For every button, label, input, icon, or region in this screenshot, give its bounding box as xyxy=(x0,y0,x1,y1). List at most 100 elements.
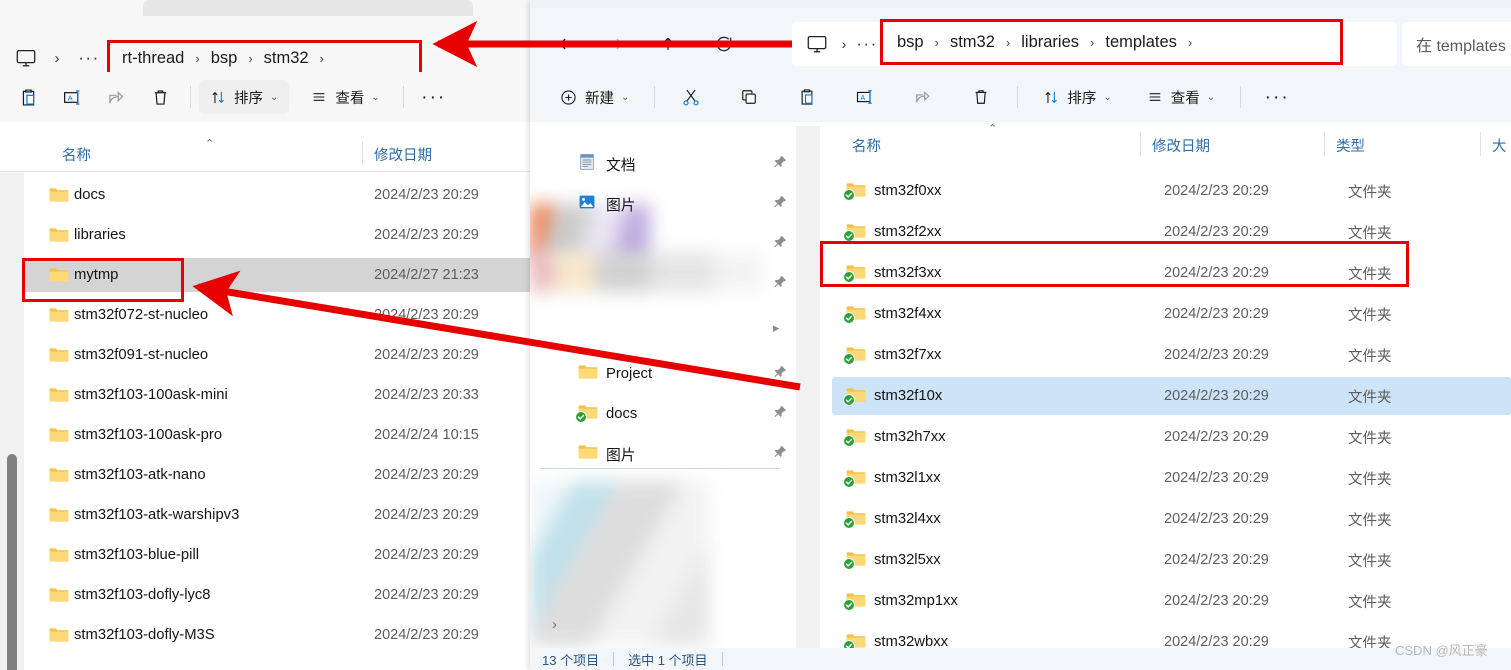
sort-button[interactable]: 排序 ⌄ xyxy=(199,80,290,114)
column-header-date[interactable]: 修改日期 xyxy=(374,144,432,165)
breadcrumb-overflow-icon[interactable]: ··· xyxy=(76,46,102,70)
this-pc-icon[interactable] xyxy=(12,44,40,72)
rename-icon[interactable]: A xyxy=(843,80,887,114)
table-row[interactable]: stm32f091-st-nucleo 2024/2/23 20:29 xyxy=(24,338,530,372)
column-divider[interactable] xyxy=(362,142,363,164)
folder-icon xyxy=(49,587,69,608)
pin-icon[interactable] xyxy=(773,405,787,424)
table-row[interactable]: stm32f103-dofly-M3S 2024/2/23 20:29 xyxy=(24,618,530,652)
table-row[interactable]: stm32f072-st-nucleo 2024/2/23 20:29 xyxy=(24,298,530,332)
chevron-right-icon[interactable]: › xyxy=(48,46,66,70)
column-header-name[interactable]: 名称 xyxy=(852,135,881,156)
column-header-date[interactable]: 修改日期 xyxy=(1152,135,1210,156)
breadcrumb-trailing-chevron-icon[interactable]: › xyxy=(320,51,324,66)
column-header-name[interactable]: 名称 xyxy=(62,144,91,165)
column-divider[interactable] xyxy=(1324,132,1325,156)
pin-icon[interactable] xyxy=(773,275,787,294)
back-button[interactable] xyxy=(548,26,584,62)
table-row[interactable]: stm32f103-dofly-lyc8 2024/2/23 20:29 xyxy=(24,578,530,612)
breadcrumb-trailing-chevron-icon[interactable]: › xyxy=(1188,35,1192,50)
sidebar-item-hidden-3[interactable] xyxy=(530,264,820,304)
more-options-icon[interactable]: ··· xyxy=(1255,80,1299,114)
table-row[interactable]: stm32h7xx 2024/2/23 20:29 文件夹 xyxy=(832,418,1511,456)
more-options-icon[interactable]: ··· xyxy=(412,80,456,114)
table-row[interactable]: stm32f103-atk-nano 2024/2/23 20:29 xyxy=(24,458,530,492)
sidebar-item-hidden-2[interactable] xyxy=(530,224,820,264)
sidebar-expand-chevron-icon[interactable]: › xyxy=(552,616,557,633)
right-address-bar: › ··· bsp › stm32 › libraries › template… xyxy=(530,8,1511,72)
breadcrumb-item-stm32[interactable]: stm32 xyxy=(264,49,309,68)
table-row[interactable]: stm32f4xx 2024/2/23 20:29 文件夹 xyxy=(832,295,1511,333)
table-row[interactable]: stm32l5xx 2024/2/23 20:29 文件夹 xyxy=(832,541,1511,579)
table-row[interactable]: stm32f103-100ask-pro 2024/2/24 10:15 xyxy=(24,418,530,452)
column-header-size[interactable]: 大 xyxy=(1492,135,1507,156)
search-input[interactable]: 在 templates 中搜索 xyxy=(1402,22,1511,66)
delete-icon[interactable] xyxy=(138,80,182,114)
table-row[interactable]: stm32l1xx 2024/2/23 20:29 文件夹 xyxy=(832,459,1511,497)
breadcrumb-item-rt-thread[interactable]: rt-thread xyxy=(122,49,184,68)
chevron-right-icon[interactable]: ▸ xyxy=(773,319,780,337)
table-row[interactable]: stm32f3xx 2024/2/23 20:29 文件夹 xyxy=(832,254,1511,292)
sort-button[interactable]: 排序 ⌄ xyxy=(1032,80,1122,114)
copy-icon[interactable] xyxy=(727,80,771,114)
column-divider[interactable] xyxy=(1140,132,1141,156)
right-navigation-pane[interactable]: › 文档 图片 ▸ Project docs 图片 xyxy=(530,126,820,648)
sidebar-item-docs[interactable]: docs xyxy=(530,394,820,434)
pin-icon[interactable] xyxy=(773,445,787,464)
breadcrumb-item-libraries[interactable]: libraries xyxy=(1021,33,1079,52)
sidebar-scrollbar[interactable] xyxy=(796,126,1079,648)
rename-icon[interactable]: A xyxy=(50,80,94,114)
this-pc-icon[interactable] xyxy=(800,27,834,61)
pin-icon[interactable] xyxy=(773,235,787,254)
table-row[interactable]: stm32f103-atk-warshipv3 2024/2/23 20:29 xyxy=(24,498,530,532)
table-row[interactable]: stm32mp1xx 2024/2/23 20:29 文件夹 xyxy=(832,582,1511,620)
cut-icon[interactable] xyxy=(669,80,713,114)
view-button[interactable]: 查看 ⌄ xyxy=(299,80,390,114)
breadcrumb-item-stm32[interactable]: stm32 xyxy=(950,33,995,52)
table-row[interactable]: stm32f10x 2024/2/23 20:29 文件夹 xyxy=(832,377,1511,415)
table-row[interactable]: stm32f103-100ask-mini 2024/2/23 20:33 xyxy=(24,378,530,412)
table-row[interactable]: docs 2024/2/23 20:29 xyxy=(24,178,530,212)
table-row[interactable]: libraries 2024/2/23 20:29 xyxy=(24,218,530,252)
left-file-list[interactable]: docs 2024/2/23 20:29 libraries 2024/2/23 20… xyxy=(0,172,530,670)
file-type: 文件夹 xyxy=(1348,430,1392,447)
file-name: docs xyxy=(74,187,106,203)
breadcrumb-overflow-icon[interactable]: ··· xyxy=(854,34,880,54)
delete-icon[interactable] xyxy=(959,80,1003,114)
file-type: 文件夹 xyxy=(1348,512,1392,529)
paste-icon[interactable] xyxy=(6,80,50,114)
refresh-button[interactable] xyxy=(706,26,742,62)
folder-icon xyxy=(49,427,69,448)
left-scrollbar-thumb[interactable] xyxy=(7,454,17,670)
table-row[interactable]: stm32f2xx 2024/2/23 20:29 文件夹 xyxy=(832,213,1511,251)
pin-icon[interactable] xyxy=(773,155,787,174)
chevron-right-icon[interactable]: › xyxy=(834,36,854,52)
column-divider[interactable] xyxy=(1480,132,1481,156)
table-row[interactable]: stm32f103-blue-pill 2024/2/23 20:29 xyxy=(24,538,530,572)
pin-icon[interactable] xyxy=(773,195,787,214)
paste-icon[interactable] xyxy=(785,80,829,114)
file-type: 文件夹 xyxy=(1348,225,1392,242)
breadcrumb-item-bsp[interactable]: bsp xyxy=(897,33,924,52)
column-header-type[interactable]: 类型 xyxy=(1336,135,1365,156)
file-date: 2024/2/23 20:33 xyxy=(374,387,479,403)
sidebar-item-hidden-4[interactable]: ▸ xyxy=(530,308,820,348)
table-row[interactable]: stm32f0xx 2024/2/23 20:29 文件夹 xyxy=(832,172,1511,210)
table-row[interactable]: stm32l4xx 2024/2/23 20:29 文件夹 xyxy=(832,500,1511,538)
sort-ascending-icon: ⌃ xyxy=(205,138,215,150)
up-button[interactable] xyxy=(650,26,686,62)
table-row[interactable]: mytmp 2024/2/27 21:23 xyxy=(24,258,530,292)
sidebar-item-图片[interactable]: 图片 xyxy=(530,434,820,474)
breadcrumb-item-templates[interactable]: templates xyxy=(1105,33,1177,52)
sidebar-item-图片[interactable]: 图片 xyxy=(530,184,820,224)
toolbar-divider xyxy=(654,86,656,108)
sidebar-item-文档[interactable]: 文档 xyxy=(530,144,820,184)
new-button[interactable]: 新建 ⌄ xyxy=(548,80,640,114)
left-list-scrollbar[interactable] xyxy=(0,172,24,670)
left-window-tab[interactable] xyxy=(143,0,473,16)
sidebar-item-Project[interactable]: Project xyxy=(530,354,820,394)
view-button[interactable]: 查看 ⌄ xyxy=(1135,80,1226,114)
pin-icon[interactable] xyxy=(773,365,787,384)
table-row[interactable]: stm32f7xx 2024/2/23 20:29 文件夹 xyxy=(832,336,1511,374)
breadcrumb-item-bsp[interactable]: bsp xyxy=(211,49,238,68)
